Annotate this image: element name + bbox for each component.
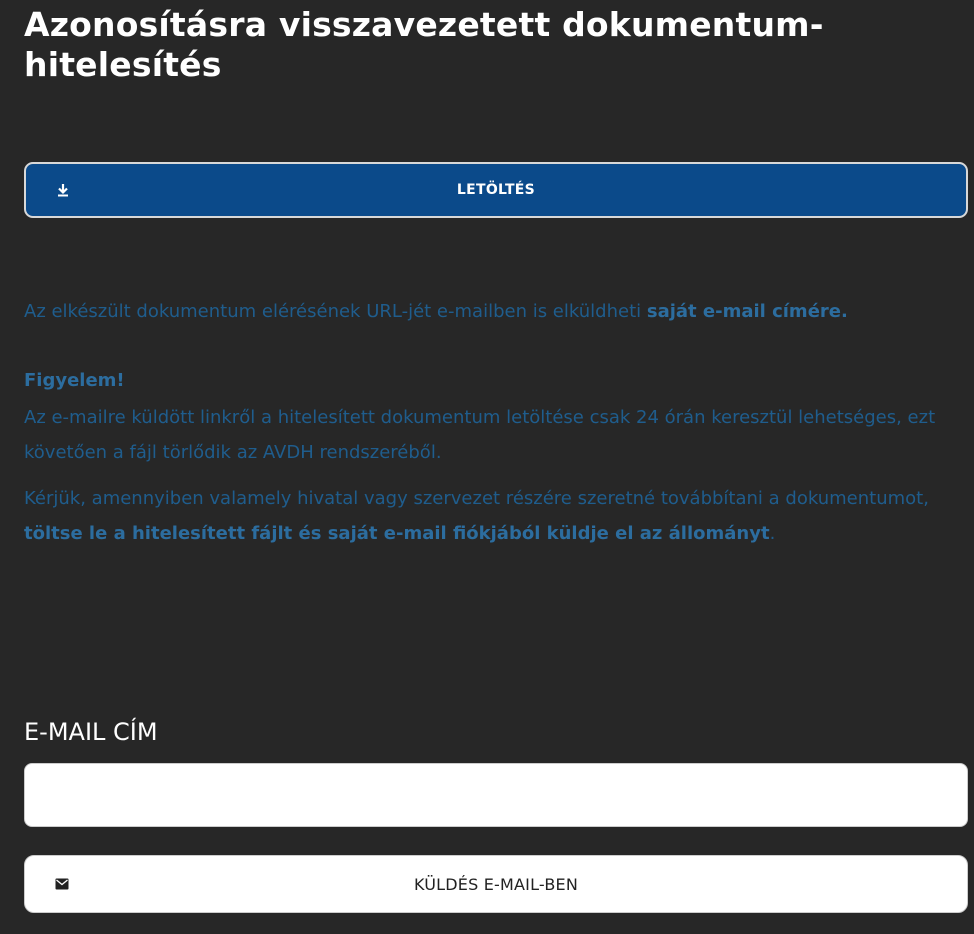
forward-info-end: . (769, 523, 776, 544)
email-field-label: E-MAIL CÍM (24, 718, 158, 746)
page-title: Azonosításra visszavezetett dokumentum-h… (24, 5, 824, 84)
forward-info-paragraph: Kérjük, amennyiben valamely hivatal vagy… (24, 481, 970, 551)
send-email-button-label: KÜLDÉS E-MAIL-BEN (413, 874, 578, 894)
email-field[interactable] (24, 763, 968, 827)
forward-info-emphasis: töltse le a hitelesített fájlt és saját … (24, 523, 770, 544)
send-email-button[interactable]: KÜLDÉS E-MAIL-BEN (24, 855, 968, 913)
warning-title-text: Figyelem! (24, 370, 125, 391)
email-info-emphasis: saját e-mail címére. (646, 301, 848, 322)
page: Azonosításra visszavezetett dokumentum-h… (0, 0, 974, 934)
email-info-text: Az elkészült dokumentum elérésének URL-j… (24, 301, 647, 322)
warning-title: Figyelem! (24, 363, 970, 398)
download-button[interactable]: LETÖLTÉS (24, 162, 968, 218)
warning-paragraph: Az e-mailre küldött linkről a hitelesíte… (24, 407, 936, 463)
email-info-paragraph: Az elkészült dokumentum elérésének URL-j… (24, 294, 970, 329)
download-icon (58, 184, 68, 197)
download-button-label: LETÖLTÉS (456, 182, 536, 198)
forward-info-text: Kérjük, amennyiben valamely hivatal vagy… (24, 488, 929, 509)
info-section: Az elkészült dokumentum elérésének URL-j… (24, 294, 970, 551)
envelope-icon (55, 878, 69, 890)
